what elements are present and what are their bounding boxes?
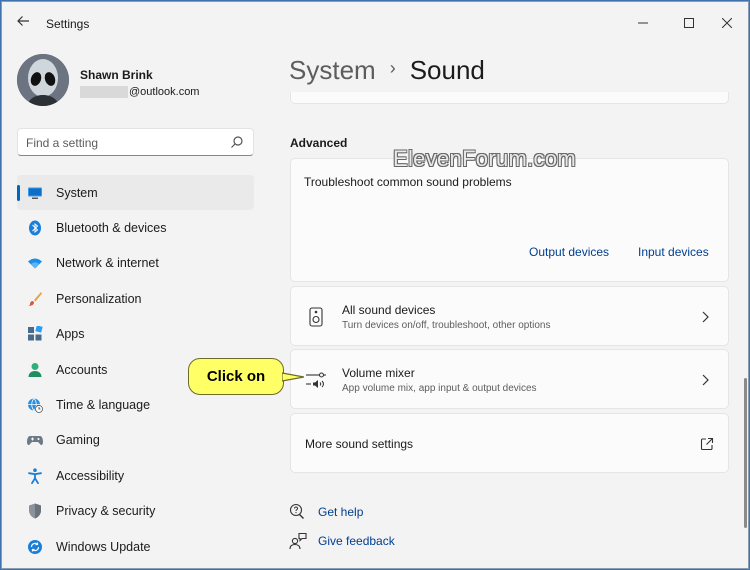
sidebar-item-label: System (56, 185, 98, 200)
sidebar-item-label: Gaming (56, 433, 100, 448)
give-feedback-link[interactable]: Give feedback (318, 534, 395, 548)
sidebar-item-network[interactable]: Network & internet (17, 246, 254, 281)
page-title: Sound (409, 54, 485, 85)
input-devices-link[interactable]: Input devices (638, 245, 709, 259)
email-redaction (80, 85, 128, 98)
search-input[interactable] (26, 134, 216, 151)
mixer-icon (305, 369, 327, 391)
maximize-icon (684, 18, 694, 28)
app-title: Settings (46, 17, 90, 31)
breadcrumb: System › Sound (289, 54, 485, 86)
search-icon[interactable] (230, 135, 244, 149)
scrollbar-thumb[interactable] (744, 378, 747, 528)
section-heading-advanced: Advanced (290, 136, 348, 150)
row-title: More sound settings (305, 437, 414, 451)
sidebar-item-label: Accessibility (56, 468, 125, 483)
row-title: All sound devices (342, 303, 436, 317)
close-icon (722, 18, 732, 28)
search-box[interactable] (17, 128, 254, 156)
troubleshoot-title: Troubleshoot common sound problems (304, 175, 512, 189)
sidebar-item-system[interactable]: System (17, 175, 254, 211)
row-title: Volume mixer (342, 366, 415, 380)
external-link-icon (700, 437, 714, 451)
help-chat-icon (289, 503, 307, 521)
update-icon (27, 539, 43, 555)
email-domain: @outlook.com (129, 85, 200, 98)
accessibility-icon (27, 468, 43, 484)
apps-icon (27, 326, 43, 342)
volume-mixer-row[interactable]: Volume mixer App volume mix, app input &… (290, 349, 729, 409)
gamepad-icon (27, 432, 43, 448)
avatar (17, 54, 69, 106)
troubleshoot-card: Troubleshoot common sound problems Outpu… (290, 158, 729, 282)
user-email: @outlook.com (80, 85, 199, 98)
speaker-icon (305, 306, 327, 328)
bluetooth-icon (27, 220, 43, 236)
sidebar-item-label: Apps (56, 327, 85, 342)
sidebar-item-personalization[interactable]: Personalization (17, 281, 254, 316)
get-help-row[interactable]: Get help (289, 502, 363, 522)
give-feedback-row[interactable]: Give feedback (289, 531, 395, 551)
sidebar-item-label: Network & internet (56, 256, 159, 271)
sidebar-item-label: Personalization (56, 291, 142, 306)
row-subtitle: App volume mix, app input & output devic… (342, 383, 537, 394)
back-arrow-icon (17, 16, 29, 26)
callout-pointer-icon (282, 372, 304, 382)
wifi-icon (27, 255, 43, 271)
feedback-icon (289, 532, 307, 550)
callout-text: Click on (206, 368, 266, 385)
click-on-callout: Click on (188, 358, 284, 395)
person-icon (27, 362, 43, 378)
sidebar-item-label: Privacy & security (56, 504, 156, 519)
title-bar: Settings (2, 2, 748, 46)
alien-avatar-icon (17, 54, 69, 106)
breadcrumb-parent[interactable]: System (289, 55, 376, 86)
settings-window: Settings Shawn Brink @outlook.com Find a… (1, 1, 749, 569)
chevron-right-icon (702, 311, 709, 323)
brush-icon (27, 291, 43, 307)
close-button[interactable] (704, 8, 748, 38)
user-profile[interactable]: Shawn Brink @outlook.com (17, 54, 257, 108)
output-devices-link[interactable]: Output devices (529, 245, 609, 259)
sidebar-item-gaming[interactable]: Gaming (17, 423, 254, 458)
user-name: Shawn Brink (80, 68, 153, 82)
minimize-button[interactable] (620, 8, 666, 38)
sidebar-item-accessibility[interactable]: Accessibility (17, 458, 254, 493)
monitor-icon (27, 185, 43, 201)
minimize-icon (638, 22, 648, 24)
sidebar-item-privacy-security[interactable]: Privacy & security (17, 494, 254, 529)
breadcrumb-separator: › (389, 57, 396, 78)
sidebar-item-windows-update[interactable]: Windows Update (17, 529, 254, 564)
sidebar-item-apps[interactable]: Apps (17, 317, 254, 352)
sidebar-item-label: Bluetooth & devices (56, 221, 167, 236)
shield-icon (27, 503, 43, 519)
previous-card-edge (290, 92, 729, 104)
chevron-right-icon (702, 374, 709, 386)
all-sound-devices-row[interactable]: All sound devices Turn devices on/off, t… (290, 286, 729, 346)
sidebar-item-bluetooth[interactable]: Bluetooth & devices (17, 210, 254, 245)
watermark: ElevenForum.com (393, 146, 577, 171)
sidebar-item-label: Windows Update (56, 539, 151, 554)
sidebar-item-label: Accounts (56, 362, 108, 377)
sidebar-item-label: Time & language (56, 398, 151, 413)
globe-clock-icon (27, 397, 43, 413)
row-subtitle: Turn devices on/off, troubleshoot, other… (342, 320, 551, 331)
more-sound-settings-row[interactable]: More sound settings (290, 413, 729, 473)
get-help-link[interactable]: Get help (318, 505, 363, 519)
back-button[interactable] (12, 14, 34, 34)
